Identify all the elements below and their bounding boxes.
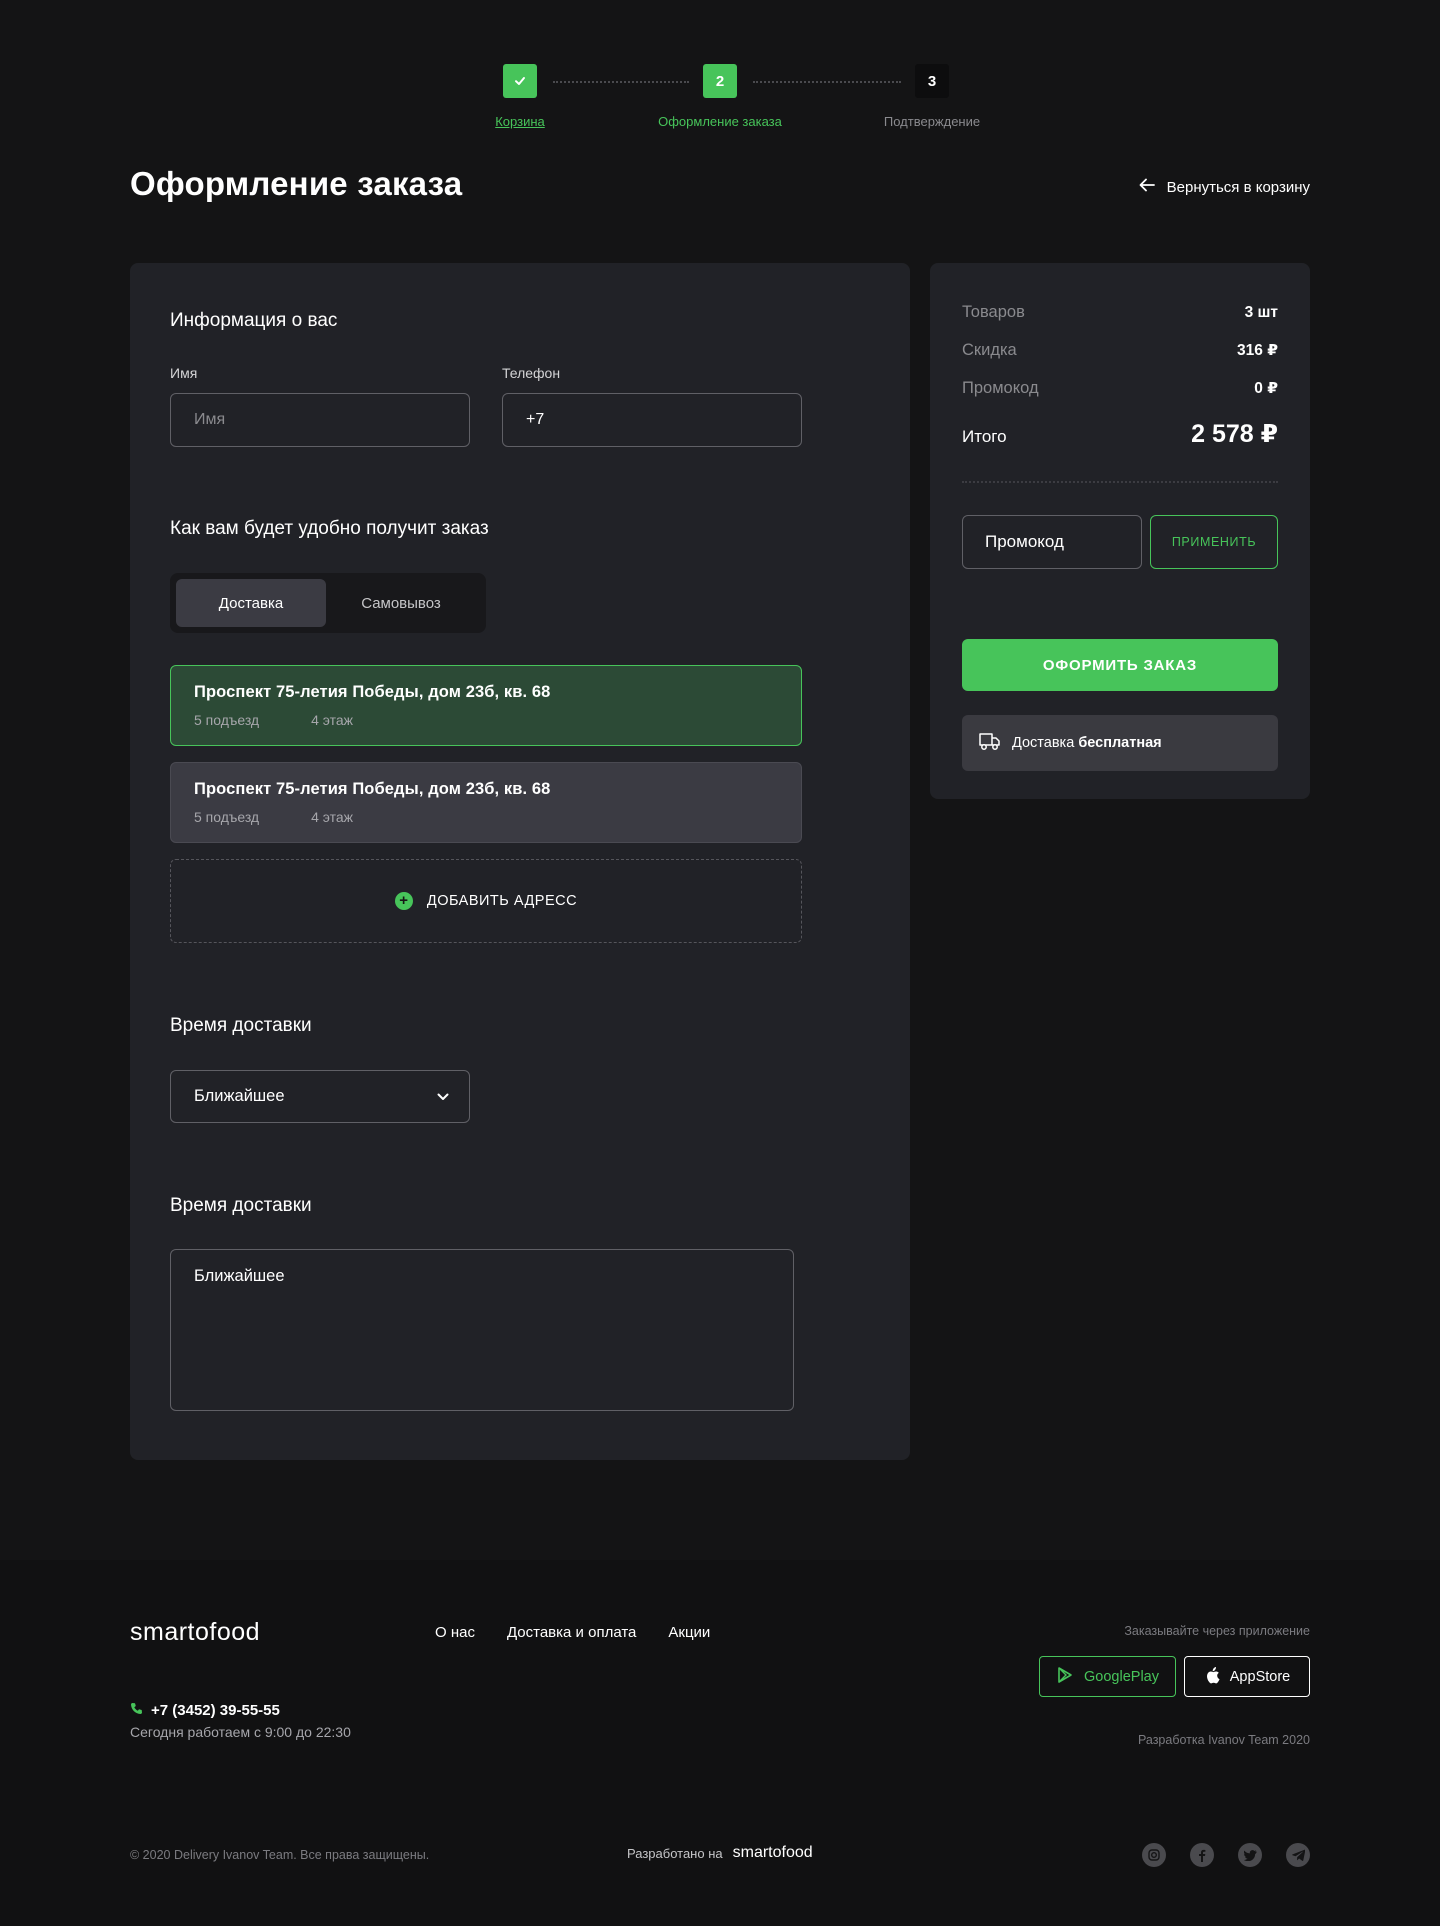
step-connector — [753, 81, 901, 83]
footer-logo[interactable]: smartofood — [130, 1618, 260, 1647]
step-connector — [553, 81, 689, 83]
address-title: Проспект 75-летия Победы, дом 23б, кв. 6… — [194, 683, 551, 701]
summary-promo-row: Промокод 0 ₽ — [962, 379, 1278, 398]
back-link-label: Вернуться в корзину — [1166, 178, 1310, 196]
delivery-time-value: Ближайшее — [194, 1087, 285, 1105]
delivery-time-title: Время доставки — [170, 1015, 312, 1036]
google-play-label: GooglePlay — [1084, 1668, 1159, 1685]
delivery-option[interactable]: Доставка — [176, 579, 326, 627]
facebook-icon[interactable] — [1190, 1843, 1214, 1867]
add-address-button[interactable]: + ДОБАВИТЬ АДРЕСС — [170, 859, 802, 943]
phone-number: +7 (3452) 39-55-55 — [151, 1702, 280, 1719]
page-title: Оформление заказа — [130, 165, 463, 202]
address-floor: 4 этаж — [311, 712, 354, 728]
phone-label: Телефон — [502, 365, 561, 381]
footer-nav-delivery[interactable]: Доставка и оплата — [507, 1624, 636, 1641]
telegram-icon[interactable] — [1286, 1843, 1310, 1867]
developer-credit: Разработка Ivanov Team 2020 — [1137, 1733, 1310, 1747]
delivery-time-select[interactable]: Ближайшее — [170, 1070, 470, 1123]
phone-input[interactable] — [502, 393, 802, 447]
apply-promo-button[interactable]: ПРИМЕНИТЬ — [1150, 515, 1278, 569]
summary-items-row: Товаров 3 шт — [962, 303, 1278, 322]
step-3-label: Подтверждение — [883, 114, 981, 129]
name-label: Имя — [170, 365, 198, 381]
copyright: © 2020 Delivery Ivanov Team. Все права з… — [130, 1848, 430, 1862]
summary-total-value: 2 578 ₽ — [1191, 420, 1278, 448]
summary-items-label: Товаров — [962, 303, 1025, 321]
promo-code-input[interactable] — [962, 515, 1142, 569]
app-caption: Заказывайте через приложение — [1124, 1624, 1310, 1638]
working-hours: Сегодня работаем с 9:00 до 22:30 — [130, 1724, 351, 1740]
step-2-badge: 2 — [703, 64, 737, 98]
google-play-button[interactable]: GooglePlay — [1039, 1656, 1176, 1697]
receive-method-title: Как вам будет удобно получит заказ — [170, 518, 489, 539]
google-play-icon — [1056, 1666, 1074, 1688]
address-entrance: 5 подъезд — [194, 809, 260, 825]
name-input[interactable] — [170, 393, 470, 447]
delivery-note-free: бесплатная — [1078, 735, 1162, 751]
address-card-selected[interactable]: Проспект 75-летия Победы, дом 23б, кв. 6… — [170, 665, 802, 746]
summary-promo-label: Промокод — [962, 379, 1039, 397]
place-order-button[interactable]: ОФОРМИТЬ ЗАКАЗ — [962, 639, 1278, 691]
made-by-logo[interactable]: smartofood — [733, 1844, 813, 1862]
app-store-label: AppStore — [1229, 1668, 1291, 1685]
footer-phone[interactable]: +7 (3452) 39-55-55 — [130, 1702, 280, 1719]
summary-total-label: Итого — [962, 427, 1007, 446]
phone-icon — [130, 1702, 143, 1719]
about-you-title: Информация о вас — [170, 310, 338, 331]
summary-items-value: 3 шт — [1244, 304, 1278, 321]
step-2-label: Оформление заказа — [658, 114, 782, 129]
summary-promo-value: 0 ₽ — [1254, 380, 1278, 397]
app-store-button[interactable]: AppStore — [1184, 1656, 1310, 1697]
summary-divider — [962, 481, 1278, 483]
delivery-time-title-2: Время доставки — [170, 1195, 312, 1216]
apple-icon — [1204, 1666, 1220, 1688]
delivery-time-textarea[interactable]: Ближайшее — [170, 1249, 794, 1411]
summary-discount-value: 316 ₽ — [1237, 342, 1278, 359]
twitter-icon[interactable] — [1238, 1843, 1262, 1867]
textarea-value: Ближайшее — [194, 1267, 285, 1285]
arrow-left-icon — [1139, 178, 1155, 196]
order-summary-panel: Товаров 3 шт Скидка 316 ₽ Промокод 0 ₽ И… — [930, 263, 1310, 799]
step-1-label[interactable]: Корзина — [440, 114, 600, 129]
step-1-check-icon[interactable] — [503, 64, 537, 98]
instagram-icon[interactable] — [1142, 1843, 1166, 1867]
site-footer: smartofood О нас Доставка и оплата Акции… — [0, 1560, 1440, 1926]
footer-nav-promos[interactable]: Акции — [668, 1624, 710, 1641]
free-delivery-note: Доставка бесплатная — [962, 715, 1278, 771]
address-entrance: 5 подъезд — [194, 712, 260, 728]
add-address-label: ДОБАВИТЬ АДРЕСС — [426, 893, 578, 909]
address-title: Проспект 75-летия Победы, дом 23б, кв. 6… — [194, 780, 551, 798]
delivery-truck-icon — [978, 730, 1002, 756]
address-card[interactable]: Проспект 75-летия Победы, дом 23б, кв. 6… — [170, 762, 802, 843]
pickup-option[interactable]: Самовывоз — [326, 579, 476, 627]
receive-method-toggle: Доставка Самовывоз — [170, 573, 486, 633]
summary-discount-row: Скидка 316 ₽ — [962, 341, 1278, 360]
made-by-label: Разработано на — [627, 1845, 723, 1861]
footer-nav-about[interactable]: О нас — [435, 1624, 475, 1641]
made-by: Разработано на smartofood — [627, 1844, 813, 1862]
step-3-badge: 3 — [915, 64, 949, 98]
summary-total-row: Итого 2 578 ₽ — [962, 419, 1278, 449]
chevron-down-icon — [437, 1087, 449, 1106]
back-to-cart-link[interactable]: Вернуться в корзину — [1139, 178, 1310, 196]
plus-circle-icon: + — [394, 892, 413, 910]
checkout-form-panel: Информация о вас Имя Телефон Как вам буд… — [130, 263, 910, 1460]
footer-nav: О нас Доставка и оплата Акции — [435, 1624, 710, 1641]
summary-discount-label: Скидка — [962, 341, 1017, 359]
address-floor: 4 этаж — [311, 809, 354, 825]
delivery-note-prefix: Доставка — [1012, 735, 1075, 751]
